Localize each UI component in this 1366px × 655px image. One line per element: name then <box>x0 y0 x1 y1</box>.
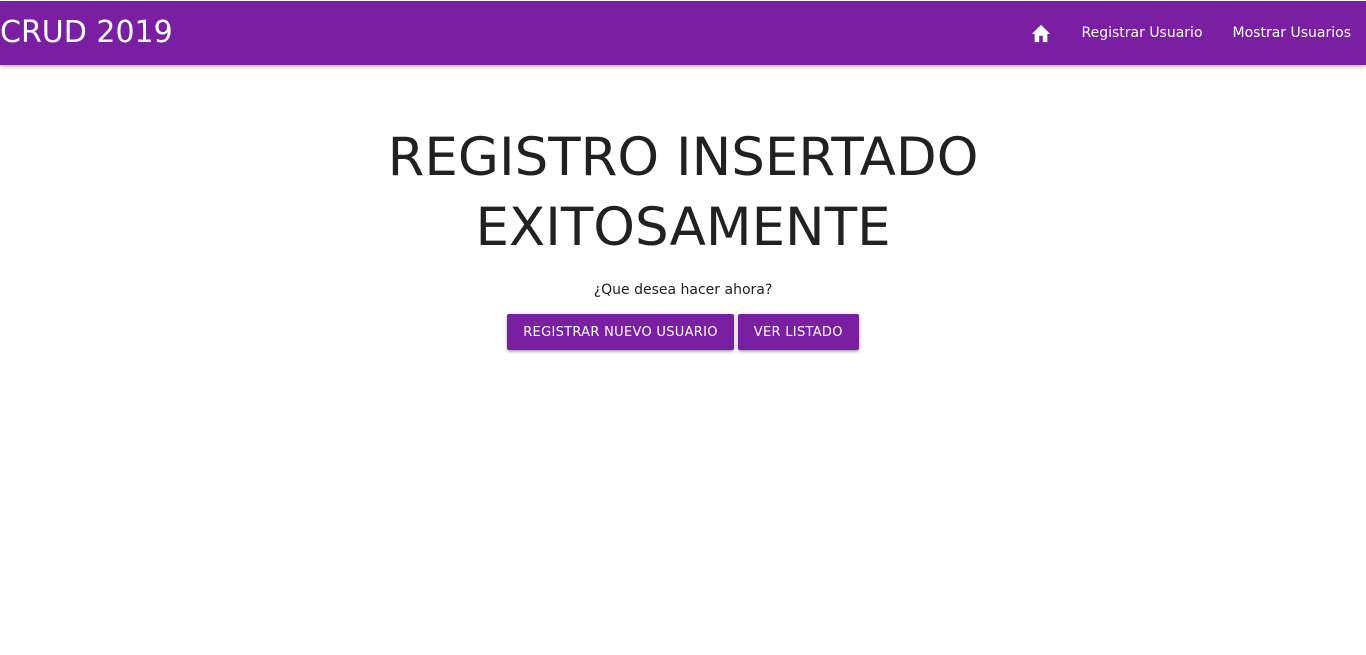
home-link[interactable] <box>1015 1 1067 65</box>
register-new-user-button[interactable]: REGISTRAR NUEVO USUARIO <box>507 314 734 350</box>
next-action-question: ¿Que desea hacer ahora? <box>593 282 773 298</box>
action-buttons: REGISTRAR NUEVO USUARIO VER LISTADO <box>0 314 1366 350</box>
view-list-button[interactable]: VER LISTADO <box>737 314 859 350</box>
success-title-line-1: REGISTRO INSERTADO <box>387 127 979 188</box>
home-icon <box>1031 24 1050 43</box>
brand-logo[interactable]: CRUD 2019 <box>0 1 173 65</box>
success-title: REGISTRO INSERTADO EXITOSAMENTE <box>0 123 1366 263</box>
success-title-line-2: EXITOSAMENTE <box>475 197 891 258</box>
nav-link-registrar-usuario[interactable]: Registrar Usuario <box>1067 1 1218 65</box>
nav-links: Registrar Usuario Mostrar Usuarios <box>1015 1 1366 65</box>
top-navbar: CRUD 2019 Registrar Usuario Mostrar Usua… <box>0 1 1366 65</box>
nav-link-mostrar-usuarios[interactable]: Mostrar Usuarios <box>1218 1 1366 65</box>
main-content: REGISTRO INSERTADO EXITOSAMENTE ¿Que des… <box>0 65 1366 350</box>
